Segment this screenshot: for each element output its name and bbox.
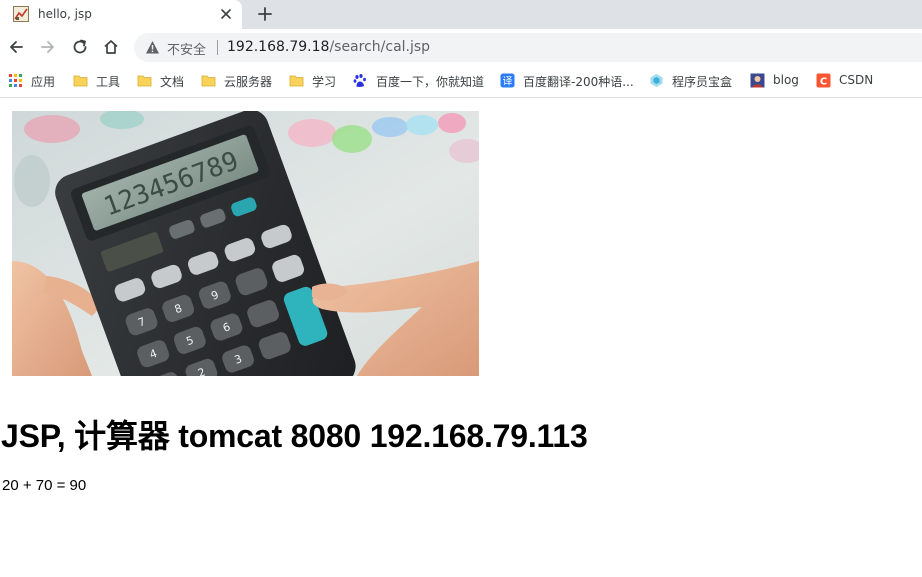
folder-icon (137, 75, 152, 87)
bookmark-label: 应用 (31, 75, 56, 89)
bookmark-label: 百度一下，你就知道 (376, 75, 485, 89)
bookmark-label: CSDN (839, 73, 874, 87)
forward-arrow-icon[interactable] (39, 38, 57, 56)
calculation-result: 20 + 70 = 90 (2, 477, 87, 494)
folder-icon (73, 75, 88, 87)
baidu-paw-icon (353, 74, 366, 87)
browser-toolbar: 不安全 192.168.79.18/search/cal.jsp (0, 29, 922, 66)
plus-icon[interactable] (256, 5, 274, 23)
page-content: 123456789 7 8 9 4 5 6 2 3 JSP, 计算器 tomca… (0, 99, 922, 577)
apps-grid-icon (9, 74, 22, 87)
url-path: /search/cal.jsp (329, 39, 431, 55)
bookmark-label: 工具 (96, 75, 121, 89)
close-icon[interactable] (218, 6, 234, 22)
calculator-favicon-icon (13, 6, 29, 22)
bookmark-label: 文档 (160, 75, 185, 89)
svg-text:C: C (820, 77, 827, 88)
url-host: 192.168.79.18 (227, 39, 330, 55)
bookmarks-bar: 应用 工具 文档 云服务器 学习 百度一下，你就知道 译 百度翻译-200种语.… (0, 66, 922, 98)
reload-icon[interactable] (71, 38, 89, 56)
folder-icon (201, 75, 216, 87)
tab-strip: hello, jsp (0, 0, 922, 29)
baidu-translate-icon: 译 (500, 73, 515, 88)
warning-triangle-icon[interactable] (145, 40, 160, 55)
bookmark-label: 百度翻译-200种语... (523, 75, 634, 89)
bookmark-label: blog (773, 73, 799, 87)
svg-text:译: 译 (503, 76, 513, 88)
page-heading: JSP, 计算器 tomcat 8080 192.168.79.113 (1, 418, 588, 454)
security-label[interactable]: 不安全 (167, 39, 206, 58)
bookmark-label: 程序员宝盒 (672, 75, 733, 89)
coder-box-icon (650, 74, 663, 87)
url-text[interactable]: 192.168.79.18/search/cal.jsp (227, 39, 430, 55)
folder-icon (289, 75, 304, 87)
csdn-icon: C (816, 73, 831, 88)
home-icon[interactable] (102, 38, 120, 56)
tab-hello-jsp[interactable]: hello, jsp (0, 0, 242, 29)
blog-avatar-icon (750, 73, 765, 88)
bookmark-label: 云服务器 (224, 75, 273, 89)
address-bar[interactable]: 不安全 192.168.79.18/search/cal.jsp (134, 33, 922, 62)
tab-title: hello, jsp (38, 7, 92, 21)
bookmark-label: 学习 (312, 75, 337, 89)
back-arrow-icon[interactable] (7, 38, 25, 56)
separator (217, 40, 218, 55)
calculator-photo: 123456789 789 456 23 (12, 111, 479, 376)
